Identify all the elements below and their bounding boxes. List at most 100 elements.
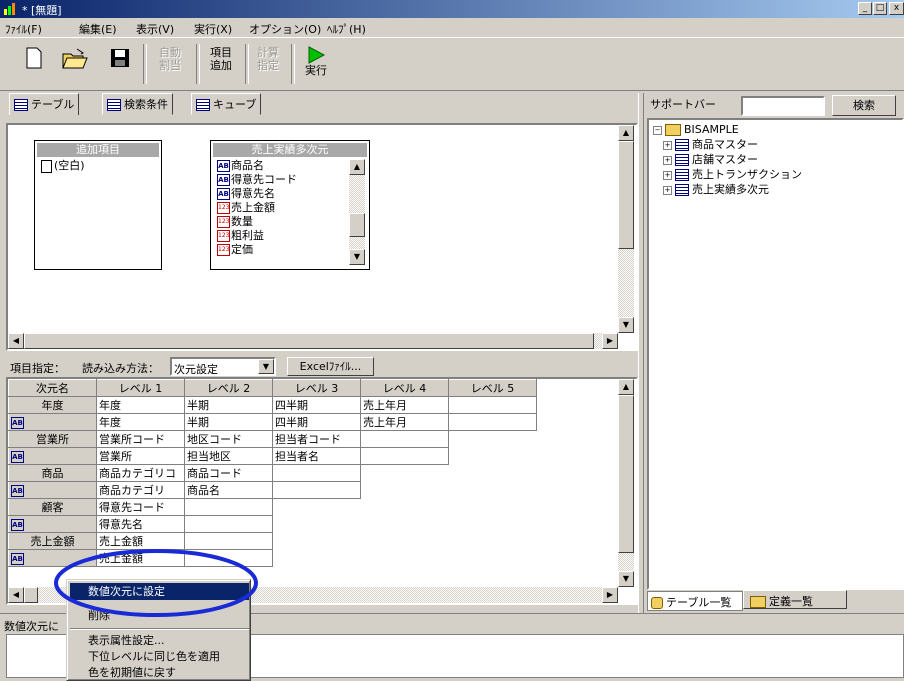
grid-cell[interactable]: 営業所 (96, 447, 185, 465)
grid-column-header[interactable]: レベル 4 (360, 379, 449, 397)
grid-cell[interactable]: 担当者名 (272, 447, 361, 465)
menu-reset-color[interactable]: 色を初期値に戻す (70, 664, 249, 681)
menu-view[interactable]: 表示(V) (136, 21, 174, 37)
grid-cell[interactable]: 地区コード (184, 430, 273, 448)
upper-vscrollbar[interactable]: ▲ ▼ (618, 125, 634, 333)
table-design-pane[interactable]: 追加項目 (空白) 売上実績多次元 AB 商品名 AB 得意先コード AB 得意先名 123… (6, 123, 638, 351)
grid-cell[interactable]: 年度 (96, 396, 185, 414)
dimension-name-cell[interactable]: 売上金額 (8, 532, 97, 550)
grid-cell-empty[interactable] (360, 430, 449, 448)
grid-cell[interactable]: 売上年月 (360, 396, 449, 414)
scroll-thumb[interactable] (618, 141, 634, 249)
grid-cell-empty[interactable] (184, 549, 273, 567)
expand-icon[interactable]: + (663, 155, 672, 165)
sales-field-item[interactable]: 123 売上金額 (211, 201, 349, 215)
grid-cell[interactable]: 商品名 (184, 481, 273, 499)
dimension-type-cell[interactable]: AB (8, 447, 97, 465)
load-method-select[interactable]: 次元設定 ▼ (170, 357, 276, 376)
dimension-name-cell[interactable]: 商品 (8, 464, 97, 482)
menu-set-numeric-dimension[interactable]: 数値次元に設定 (70, 583, 249, 600)
scroll-right-button[interactable]: ▶ (602, 587, 618, 603)
scroll-left-button[interactable]: ◀ (8, 587, 24, 603)
tab-table[interactable]: テーブル (9, 93, 80, 115)
sales-box-scrollbar[interactable]: ▲ ▼ (349, 159, 365, 265)
chevron-down-icon[interactable]: ▼ (258, 359, 274, 374)
dimension-name-cell[interactable]: 顧客 (8, 498, 97, 516)
tree-root[interactable]: − BISAMPLE (653, 122, 739, 137)
scroll-thumb[interactable] (618, 395, 634, 553)
minimize-button[interactable]: _ (858, 2, 872, 15)
grid-cell-empty[interactable] (448, 413, 537, 431)
vertical-splitter[interactable] (638, 93, 644, 613)
scroll-down-button[interactable]: ▼ (349, 249, 365, 265)
tree-item[interactable]: + 店舗マスター (663, 152, 758, 167)
upper-hscrollbar[interactable]: ◀ ▶ (8, 333, 618, 349)
tab-table-list[interactable]: テーブル一覧 (647, 591, 743, 611)
search-button[interactable]: 検索 (832, 95, 896, 116)
expand-icon[interactable]: + (663, 170, 672, 180)
close-button[interactable]: x (889, 2, 904, 15)
grid-cell[interactable]: 売上金額 (96, 549, 185, 567)
tab-search-conditions[interactable]: 検索条件 (102, 93, 173, 115)
grid-cell[interactable]: 得意先コード (96, 498, 185, 516)
add-item-button[interactable]: 項目 追加 (203, 46, 239, 82)
grid-cell[interactable]: 売上金額 (96, 532, 185, 550)
dimension-grid-pane[interactable]: 次元名 レベル 1 レベル 2 レベル 3 レベル 4 レベル 5 年度 年度 半期 四半期 売上年… (6, 377, 638, 605)
grid-cell-empty[interactable] (448, 396, 537, 414)
excel-file-button[interactable]: Excelﾌｧｲﾙ... (287, 357, 374, 376)
grid-cell[interactable]: 商品カテゴリコ (96, 464, 185, 482)
menu-help[interactable]: ﾍﾙﾌﾟ(H) (327, 21, 366, 37)
dimension-name-cell[interactable]: 営業所 (8, 430, 97, 448)
sales-field-item[interactable]: AB 商品名 (211, 159, 349, 173)
sales-field-item[interactable]: 123 定価 (211, 243, 349, 257)
expand-icon[interactable]: + (663, 140, 672, 150)
scroll-thumb[interactable] (24, 333, 594, 349)
scroll-up-button[interactable]: ▲ (618, 125, 634, 141)
grid-cell[interactable]: 売上年月 (360, 413, 449, 431)
grid-cell[interactable]: 年度 (96, 413, 185, 431)
grid-cell-empty[interactable] (184, 498, 273, 516)
menu-run[interactable]: 実行(X) (194, 21, 232, 37)
new-file-button[interactable] (22, 46, 46, 82)
grid-cell[interactable]: 商品コード (184, 464, 273, 482)
grid-cell-empty[interactable] (272, 481, 361, 499)
grid-cell-empty[interactable] (184, 532, 273, 550)
grid-cell[interactable]: 営業所コード (96, 430, 185, 448)
add-item-blank[interactable]: (空白) (35, 159, 161, 173)
add-items-box[interactable]: 追加項目 (空白) (34, 140, 162, 270)
grid-column-header[interactable]: 次元名 (8, 379, 97, 397)
menu-display-attributes[interactable]: 表示属性設定... (70, 632, 249, 649)
grid-cell[interactable]: 担当地区 (184, 447, 273, 465)
grid-cell-empty[interactable] (360, 447, 449, 465)
grid-column-header[interactable]: レベル 2 (184, 379, 273, 397)
grid-cell[interactable]: 担当者コード (272, 430, 361, 448)
calc-spec-button[interactable]: 計算 指定 (250, 46, 286, 82)
scroll-down-button[interactable]: ▼ (618, 317, 634, 333)
scroll-right-button[interactable]: ▶ (602, 333, 618, 349)
grid-cell[interactable]: 得意先名 (96, 515, 185, 533)
grid-cell[interactable]: 四半期 (272, 413, 361, 431)
menu-file[interactable]: ﾌｧｲﾙ(F) (5, 21, 42, 37)
save-button[interactable] (108, 46, 132, 82)
expand-icon[interactable]: + (663, 185, 672, 195)
menu-delete[interactable]: 削除 (70, 607, 249, 624)
run-button[interactable]: 実行 (298, 46, 334, 82)
sales-field-item[interactable]: AB 得意先コード (211, 173, 349, 187)
open-button[interactable] (60, 46, 90, 82)
scroll-left-button[interactable]: ◀ (8, 333, 24, 349)
scroll-thumb[interactable] (24, 587, 38, 603)
grid-vscrollbar[interactable]: ▲ ▼ (618, 379, 634, 587)
tree-item[interactable]: + 売上実績多次元 (663, 182, 769, 197)
grid-cell[interactable]: 四半期 (272, 396, 361, 414)
dimension-type-cell[interactable]: AB (8, 515, 97, 533)
sales-field-item[interactable]: 123 数量 (211, 215, 349, 229)
scroll-thumb[interactable] (349, 213, 365, 237)
tree-item[interactable]: + 売上トランザクション (663, 167, 802, 182)
scroll-down-button[interactable]: ▼ (618, 571, 634, 587)
scroll-up-button[interactable]: ▲ (618, 379, 634, 395)
support-search-input[interactable] (741, 96, 825, 116)
grid-column-header[interactable]: レベル 1 (96, 379, 185, 397)
grid-column-header[interactable]: レベル 3 (272, 379, 361, 397)
menu-edit[interactable]: 編集(E) (79, 21, 117, 37)
grid-cell-empty[interactable] (272, 464, 361, 482)
